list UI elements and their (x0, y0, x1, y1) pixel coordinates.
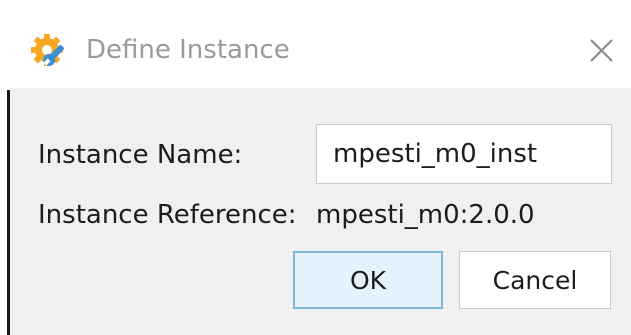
instance-name-label: Instance Name: (38, 140, 243, 170)
cancel-button-label: Cancel (492, 265, 578, 295)
cancel-button[interactable]: Cancel (459, 251, 611, 309)
title-bar[interactable]: Define Instance (0, 0, 631, 88)
instance-name-input[interactable] (316, 124, 612, 184)
gear-wrench-icon (31, 34, 64, 66)
instance-reference-value: mpesti_m0:2.0.0 (316, 200, 535, 230)
ok-button[interactable]: OK (293, 251, 443, 309)
close-icon[interactable] (576, 26, 626, 76)
instance-reference-label: Instance Reference: (38, 200, 297, 230)
window-title: Define Instance (86, 35, 290, 65)
define-instance-dialog: Define Instance Instance Name: Instance … (0, 0, 631, 335)
ok-button-label: OK (349, 265, 387, 295)
window-left-border (7, 90, 10, 335)
